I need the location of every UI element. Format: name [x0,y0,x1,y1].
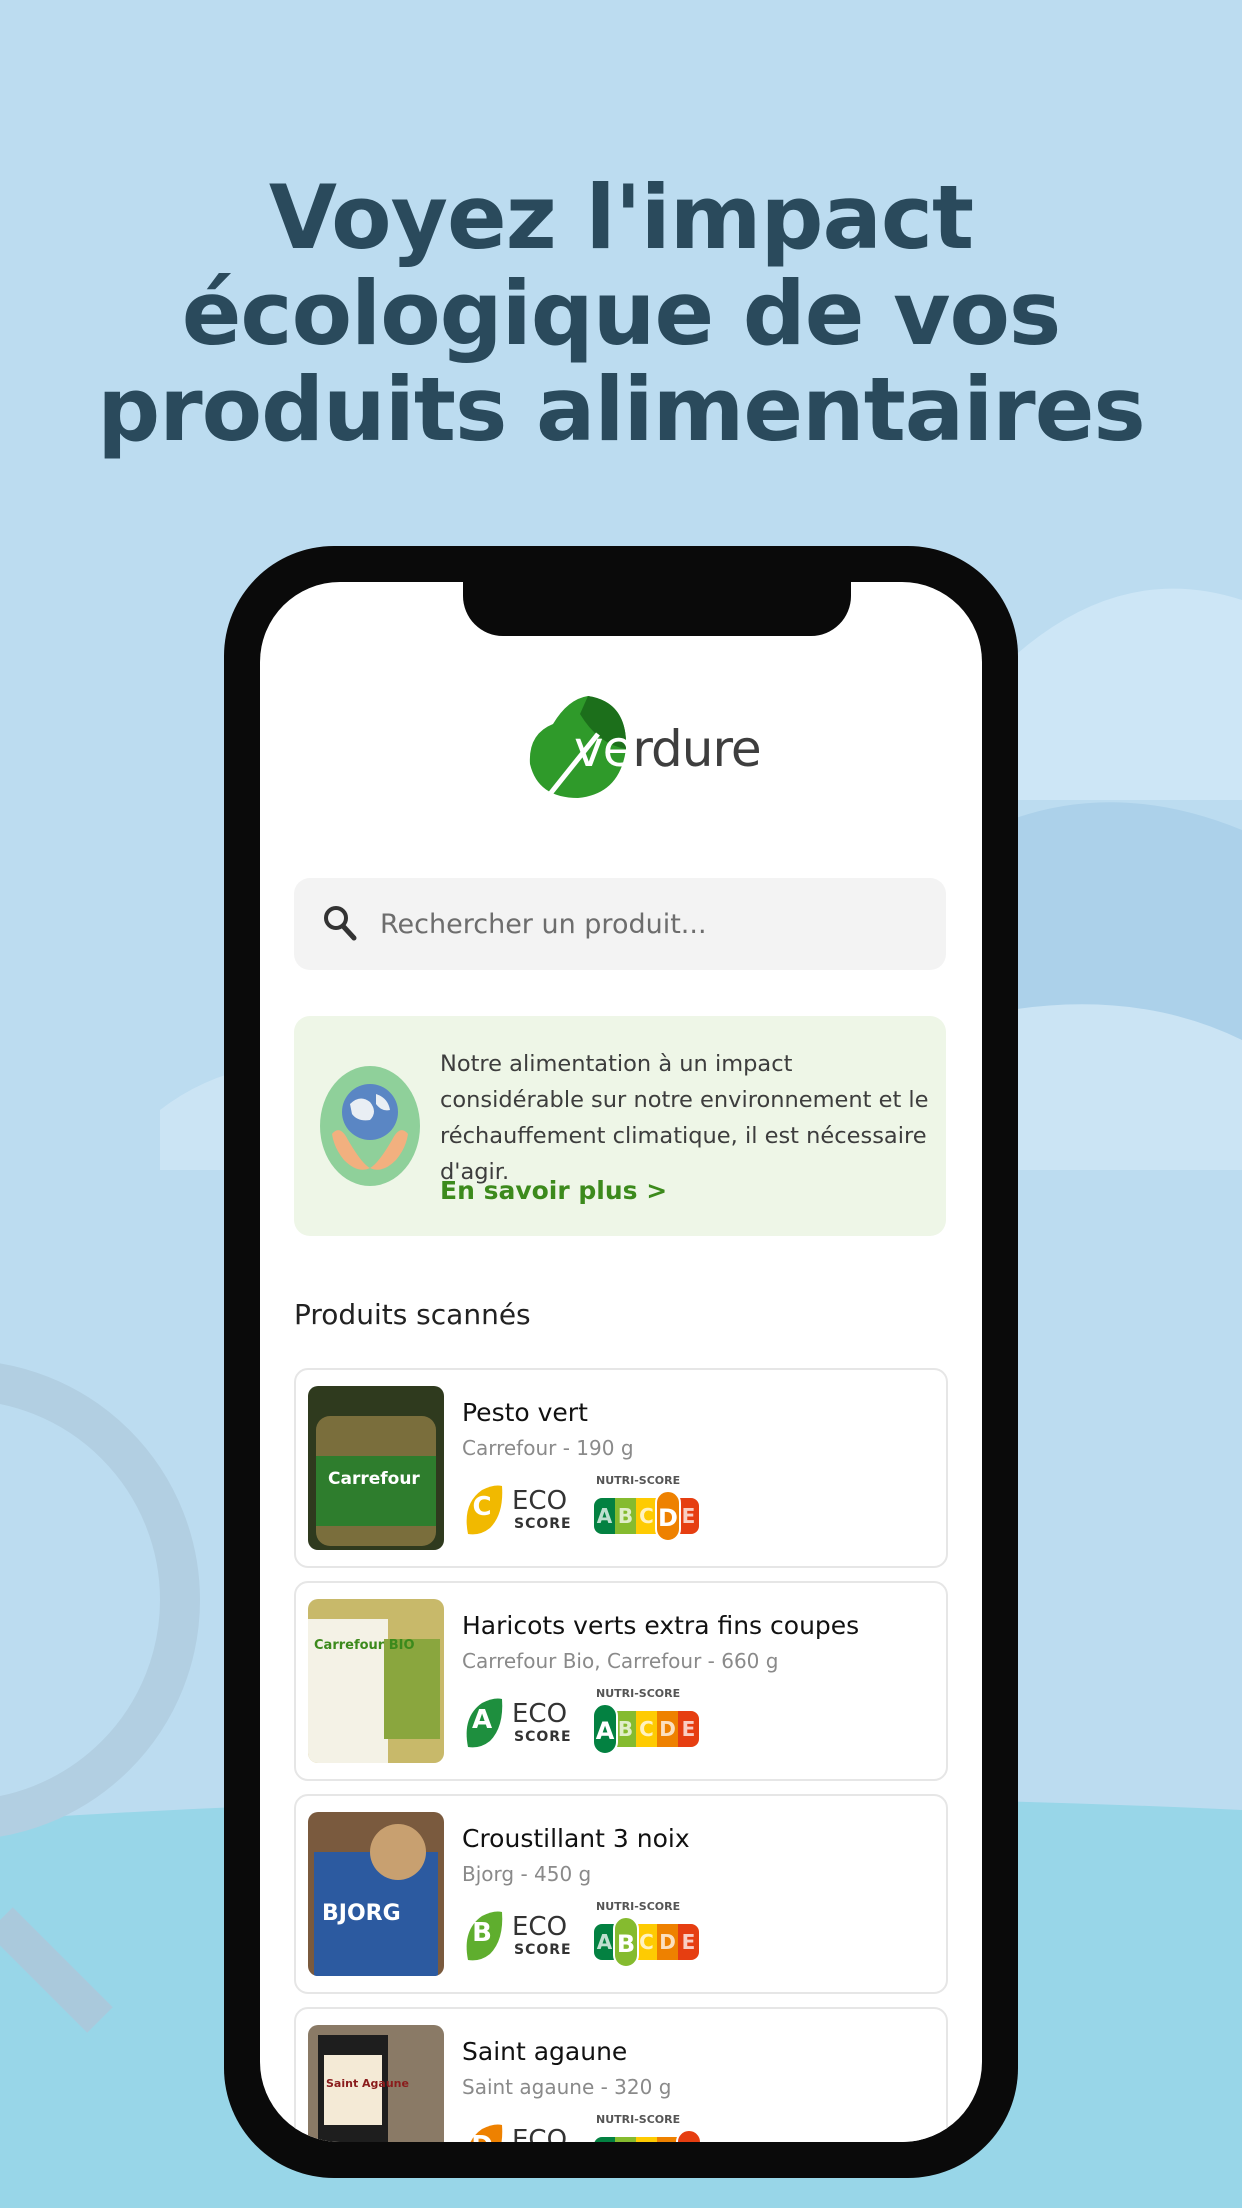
search-icon [324,906,357,941]
globe-hands-icon [320,1066,420,1186]
product-card[interactable]: Carrefour BIO Haricots verts extra fins … [294,1581,948,1781]
info-text: Notre alimentation à un impact considéra… [440,1051,929,1185]
product-brand-weight: Bjorg - 450 g [462,1862,592,1886]
product-name: Haricots verts extra fins coupes [462,1611,860,1640]
product-card[interactable]: Saint Agaune Saint agaune Saint agaune -… [294,2007,948,2142]
product-card[interactable]: BJORG Croustillant 3 noix Bjorg - 450 g … [294,1794,948,1994]
headline-line-1: Voyez l'impact [268,166,974,269]
nutri-score-badge: NUTRI-SCORE ABCDE [594,1474,704,1544]
nutri-score-badge: NUTRI-SCORE ABCDE [594,1900,704,1970]
phone-frame: verdure Notre alimentation à un impact c… [224,546,1018,2178]
logo-wordmark: verdure [574,720,762,778]
product-name: Croustillant 3 noix [462,1824,690,1853]
search-bar[interactable] [294,878,946,970]
product-thumbnail: BJORG [308,1812,444,1976]
headline: Voyez l'impact écologique de vos produit… [0,170,1242,458]
svg-text:Carrefour: Carrefour [328,1469,420,1489]
headline-line-2: écologique de vos [181,262,1062,365]
product-thumbnail: Carrefour [308,1386,444,1550]
phone-screen: verdure Notre alimentation à un impact c… [260,582,982,2142]
eco-score-badge: D ECO SCORE [462,2119,572,2142]
product-thumbnail: Saint Agaune [308,2025,444,2142]
eco-score-badge: B ECO SCORE [462,1906,572,1966]
eco-score-badge: A ECO SCORE [462,1693,572,1753]
nutri-score-badge: NUTRI-SCORE ABCDE [594,2113,704,2142]
section-title: Produits scannés [294,1298,531,1331]
eco-score-badge: C ECO SCORE [462,1480,572,1540]
svg-text:BJORG: BJORG [322,1901,401,1926]
info-banner: Notre alimentation à un impact considéra… [294,1016,946,1236]
product-thumbnail: Carrefour BIO [308,1599,444,1763]
search-input[interactable] [380,878,920,970]
product-name: Pesto vert [462,1398,588,1427]
product-name: Saint agaune [462,2037,628,2066]
product-brand-weight: Carrefour Bio, Carrefour - 660 g [462,1649,779,1673]
svg-text:Saint Agaune: Saint Agaune [326,2077,409,2090]
product-card[interactable]: Carrefour Pesto vert Carrefour - 190 g C… [294,1368,948,1568]
nutri-score-badge: NUTRI-SCORE ABCDE [592,1687,704,1757]
learn-more-link[interactable]: En savoir plus > [440,1176,667,1205]
verdure-logo: verdure [528,694,762,804]
phone-notch [463,582,851,636]
product-brand-weight: Saint agaune - 320 g [462,2075,672,2099]
svg-text:Carrefour BIO: Carrefour BIO [314,1638,415,1653]
headline-line-3: produits alimentaires [97,358,1146,461]
product-brand-weight: Carrefour - 190 g [462,1436,634,1460]
